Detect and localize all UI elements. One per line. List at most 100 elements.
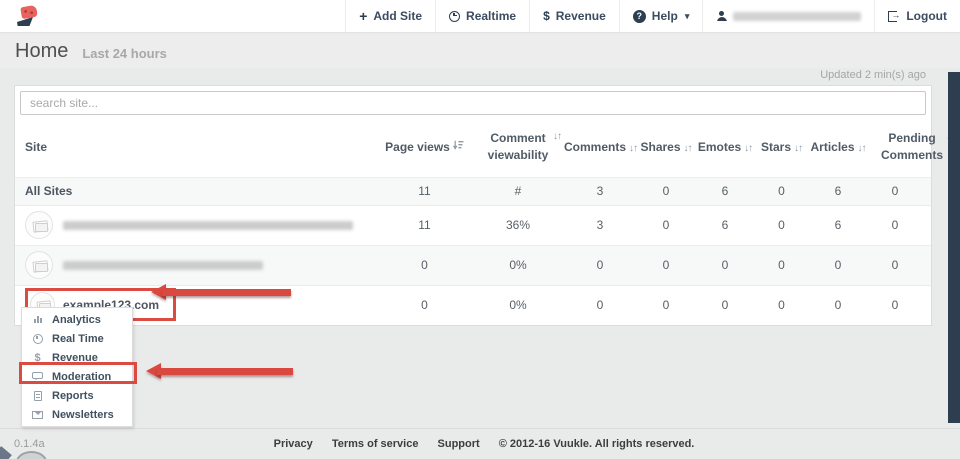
pending-comments-value: 0 [867,258,923,272]
column-header-emotes[interactable]: Emotes↓↑ [696,139,754,157]
top-navbar: + Add Site Realtime $ Revenue Help ▾ Log… [0,0,960,33]
comment-viewability-value: 0% [472,258,564,272]
shares-value: 0 [636,184,696,198]
logout-button[interactable]: Logout [874,0,960,32]
help-label: Help [652,9,678,23]
privacy-link[interactable]: Privacy [274,438,313,450]
sort-icon[interactable]: ↓↑ [684,143,692,154]
column-header-stars[interactable]: Stars↓↑ [754,139,809,157]
table-row-all-sites[interactable]: All Sites 11 # 3 0 6 0 6 0 [15,177,931,205]
arrow-shaft [157,368,293,375]
emotes-value: 0 [696,298,754,312]
clock-icon [31,334,44,344]
realtime-button[interactable]: Realtime [435,0,529,32]
vuukle-logo-icon [16,4,40,28]
user-account-button[interactable] [702,0,874,32]
articles-value: 6 [809,218,867,232]
column-header-comments[interactable]: Comments↓↑ [564,139,636,157]
emotes-value: 0 [696,258,754,272]
column-header-site[interactable]: Site [25,139,377,156]
page-views-value: 0 [377,258,472,272]
menu-item-newsletters[interactable]: Newsletters [22,405,132,424]
site-thumbnail-icon [25,211,53,239]
page-views-value: 11 [377,184,472,198]
site-thumbnail-icon [25,251,53,279]
envelope-icon [31,411,44,419]
column-header-shares[interactable]: Shares↓↑ [636,139,696,157]
add-site-label: Add Site [373,9,422,23]
vuukle-logo[interactable] [0,0,58,32]
table-row-site-2[interactable]: 0 0% 0 0 0 0 0 0 [15,245,931,285]
comments-value: 3 [564,184,636,198]
sort-icon[interactable]: ↓↑ [858,143,866,154]
pending-comments-value: 0 [867,184,923,198]
question-icon [633,10,646,23]
shares-value: 0 [636,258,696,272]
add-site-button[interactable]: + Add Site [345,0,435,32]
navbar-actions: + Add Site Realtime $ Revenue Help ▾ Log… [345,0,960,32]
menu-item-reports[interactable]: Reports [22,386,132,405]
sort-amount-icon[interactable] [453,143,464,154]
column-header-articles[interactable]: Articles↓↑ [809,139,867,157]
page-views-value: 0 [377,298,472,312]
sort-icon[interactable]: ↓↑ [794,143,802,154]
dollar-icon: $ [543,9,550,23]
stars-value: 0 [754,184,809,198]
copyright-text: © 2012-16 Vuukle. All rights reserved. [499,438,695,450]
comments-value: 0 [564,258,636,272]
emotes-value: 6 [696,218,754,232]
logout-label: Logout [906,9,947,23]
shares-value: 0 [636,218,696,232]
redacted-site-name [63,221,353,230]
logo-watermelon-shape [20,5,38,20]
highlight-box-moderation [19,362,137,384]
redacted-user-email [733,12,861,21]
column-header-comment-viewability[interactable]: Comment viewability↓↑ [472,130,564,165]
menu-item-analytics[interactable]: Analytics [22,310,132,329]
search-bar [15,86,931,120]
table-row-site-1[interactable]: 11 36% 3 0 6 0 6 0 [15,205,931,245]
right-edge-panel [948,72,960,423]
annotation-arrow-moderation [146,364,293,380]
comments-value: 3 [564,218,636,232]
column-header-pending-comments[interactable]: Pending Comments↓↑ [867,130,957,165]
arrow-shaft [162,289,291,296]
comment-viewability-value: # [472,184,564,198]
support-link[interactable]: Support [438,438,480,450]
page-views-value: 11 [377,218,472,232]
help-menu-button[interactable]: Help ▾ [619,0,703,32]
updated-timestamp: Updated 2 min(s) ago [820,69,926,81]
redacted-site-name [63,261,263,270]
shares-value: 0 [636,298,696,312]
logout-icon [888,11,897,22]
user-icon [716,11,727,21]
column-header-page-views[interactable]: Page views [377,139,472,157]
clock-icon [449,11,460,22]
sort-icon[interactable]: ↓↑ [744,143,752,154]
comments-value: 0 [564,298,636,312]
articles-value: 6 [809,184,867,198]
articles-value: 0 [809,258,867,272]
bar-chart-icon [31,316,44,323]
revenue-label: Revenue [556,9,606,23]
chevron-down-icon: ▾ [685,11,690,22]
sort-icon[interactable]: ↓↑ [553,130,561,145]
page-header: Home Last 24 hours [0,34,960,68]
table-header-row: Site Page views Comment viewability↓↑ Co… [15,120,931,177]
footer: 0.1.4a Privacy Terms of service Support … [0,428,960,459]
search-input[interactable] [20,91,926,115]
stars-value: 0 [754,218,809,232]
menu-item-real-time[interactable]: Real Time [22,329,132,348]
plus-icon: + [359,9,367,23]
emotes-value: 6 [696,184,754,198]
stars-value: 0 [754,298,809,312]
revenue-button[interactable]: $ Revenue [529,0,619,32]
annotation-arrow-site [151,285,291,301]
articles-value: 0 [809,298,867,312]
terms-link[interactable]: Terms of service [332,438,419,450]
stars-value: 0 [754,258,809,272]
realtime-label: Realtime [466,9,516,23]
date-range-label: Last 24 hours [82,42,167,61]
comment-viewability-value: 0% [472,298,564,312]
report-file-icon [31,391,44,401]
